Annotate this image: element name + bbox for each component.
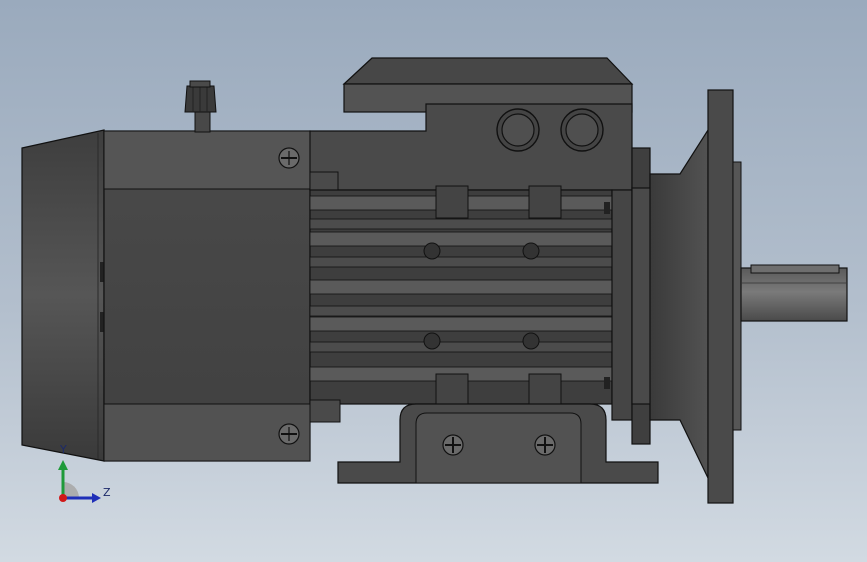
cooling-fin xyxy=(309,256,613,268)
fan-cover xyxy=(21,129,105,462)
cooling-fin xyxy=(309,218,613,230)
screw-bottom-rear xyxy=(278,423,300,445)
motor-model[interactable] xyxy=(0,0,867,562)
mounting-foot xyxy=(337,403,659,484)
triad-origin xyxy=(59,494,67,502)
screw-top-rear xyxy=(278,147,300,169)
flange xyxy=(707,89,742,504)
cooling-fin xyxy=(309,316,613,332)
rear-housing xyxy=(103,130,311,462)
release-lever xyxy=(184,80,217,133)
terminal-box xyxy=(309,57,634,191)
cooling-fin xyxy=(309,305,613,317)
y-axis-arrowhead xyxy=(58,460,68,470)
z-axis-arrowhead xyxy=(92,493,101,503)
cooling-fin xyxy=(309,341,613,353)
graphics-viewport[interactable]: Y Z xyxy=(0,0,867,562)
coordinate-triad xyxy=(58,460,101,503)
y-axis-label: Y xyxy=(60,443,67,456)
stator-body xyxy=(309,185,613,423)
cooling-fin xyxy=(309,279,613,295)
output-shaft xyxy=(740,264,848,322)
cooling-fin xyxy=(309,231,613,247)
z-axis-label: Z xyxy=(103,486,111,499)
